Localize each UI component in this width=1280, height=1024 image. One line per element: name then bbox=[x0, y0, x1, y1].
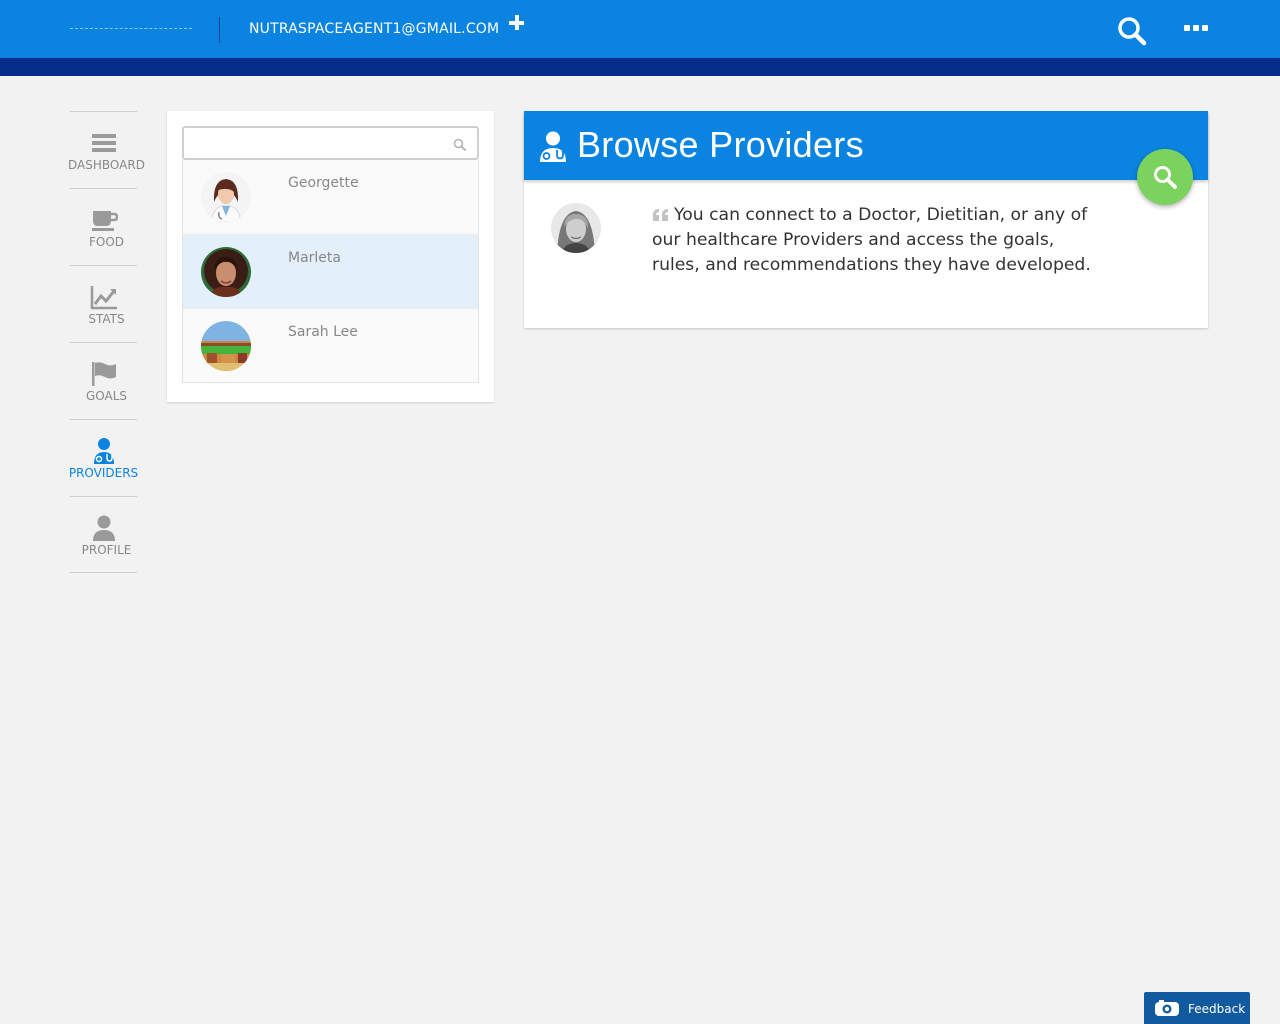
nav-label: PROFILE bbox=[81, 543, 132, 557]
provider-search-input[interactable] bbox=[194, 130, 444, 156]
header-divider bbox=[219, 17, 220, 43]
provider-row-marleta[interactable]: Marleta bbox=[183, 234, 478, 308]
header-strip bbox=[0, 58, 1280, 76]
provider-name: Sarah Lee bbox=[288, 324, 358, 340]
browse-description: You can connect to a Doctor, Dietitian, … bbox=[652, 205, 1091, 275]
browse-providers-header: Browse Providers bbox=[524, 111, 1208, 180]
search-icon[interactable] bbox=[1116, 15, 1148, 47]
doctor-icon bbox=[90, 437, 118, 465]
provider-name: Georgette bbox=[288, 175, 359, 191]
app-logo[interactable] bbox=[70, 28, 192, 31]
plus-icon[interactable] bbox=[507, 13, 527, 33]
avatar bbox=[201, 247, 251, 297]
provider-row-georgette[interactable]: Georgette bbox=[183, 160, 478, 234]
search-providers-button[interactable] bbox=[1137, 149, 1193, 205]
provider-list: Georgette Marleta Sarah Lee bbox=[182, 160, 479, 383]
provider-row-sarah-lee[interactable]: Sarah Lee bbox=[183, 308, 478, 382]
side-nav: DASHBOARD FOOD STATS GOALS PROVIDERS PRO… bbox=[68, 111, 145, 573]
nav-label: FOOD bbox=[88, 235, 125, 249]
flag-icon bbox=[90, 360, 118, 388]
nav-item-providers[interactable]: PROVIDERS bbox=[69, 419, 138, 496]
avatar bbox=[551, 203, 601, 253]
nav-item-dashboard[interactable]: DASHBOARD bbox=[68, 111, 145, 188]
provider-search-box bbox=[182, 126, 479, 160]
search-icon bbox=[1154, 166, 1177, 189]
nav-item-food[interactable]: FOOD bbox=[70, 188, 137, 265]
browse-providers-card: Browse Providers You can connect to a Do… bbox=[524, 111, 1208, 328]
line-chart-icon bbox=[90, 283, 118, 311]
nav-item-profile[interactable]: PROFILE bbox=[70, 496, 137, 573]
dashboard-bars-icon bbox=[90, 129, 118, 157]
avatar bbox=[201, 321, 251, 371]
doctor-icon bbox=[538, 131, 568, 163]
provider-name: Marleta bbox=[288, 250, 341, 266]
camera-icon bbox=[1154, 1000, 1180, 1017]
top-bar: NUTRASPACEAGENT1@GMAIL.COM bbox=[0, 0, 1280, 58]
nav-label: PROVIDERS bbox=[68, 466, 139, 480]
more-dots-icon[interactable] bbox=[1184, 23, 1210, 33]
nav-label: STATS bbox=[88, 312, 125, 326]
nav-label: DASHBOARD bbox=[68, 158, 145, 172]
account-email[interactable]: NUTRASPACEAGENT1@GMAIL.COM bbox=[249, 21, 499, 37]
search-icon[interactable] bbox=[453, 137, 467, 152]
coffee-cup-icon bbox=[90, 206, 118, 234]
provider-list-card: Georgette Marleta Sarah Lee bbox=[167, 111, 494, 402]
feedback-button[interactable]: Feedback bbox=[1144, 992, 1250, 1024]
page-title: Browse Providers bbox=[577, 124, 864, 165]
nav-item-stats[interactable]: STATS bbox=[70, 265, 137, 342]
feedback-label: Feedback bbox=[1188, 1002, 1246, 1016]
nav-label: GOALS bbox=[85, 389, 128, 403]
nav-item-goals[interactable]: GOALS bbox=[70, 342, 137, 419]
avatar bbox=[201, 172, 251, 222]
user-icon bbox=[90, 514, 118, 542]
